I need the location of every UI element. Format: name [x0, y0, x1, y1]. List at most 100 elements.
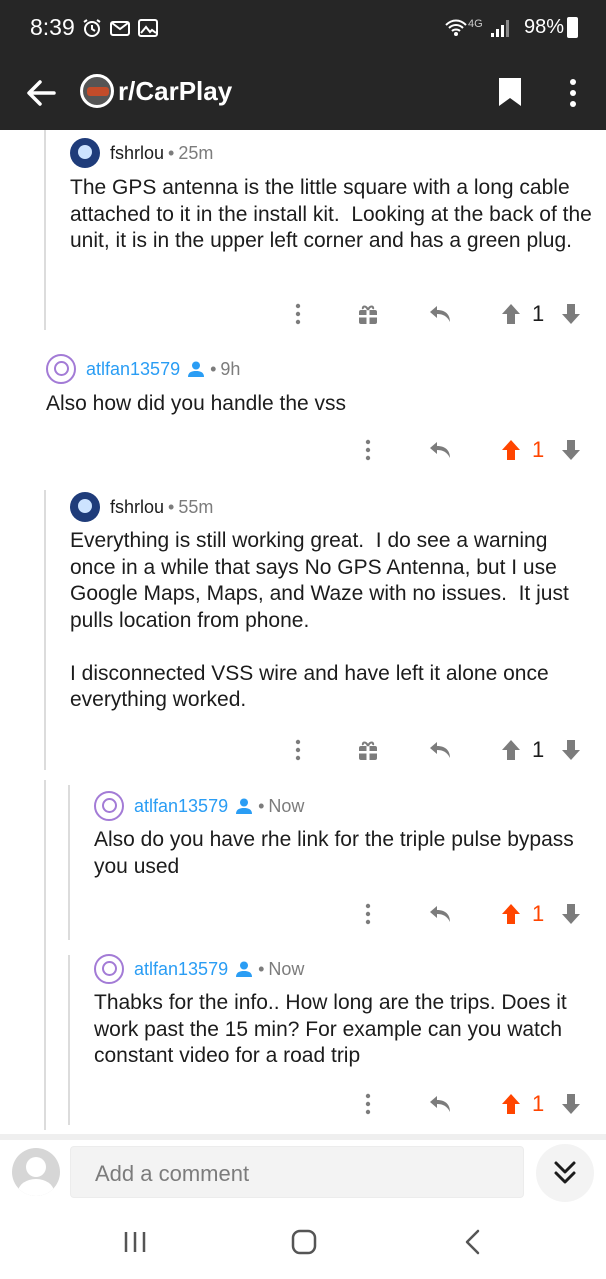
comment-actions: 1 [0, 298, 606, 330]
upvote-button[interactable] [498, 734, 524, 766]
vote-score: 1 [532, 301, 545, 326]
subreddit-avatar [80, 74, 114, 108]
avatar[interactable] [94, 791, 124, 821]
gift-icon [359, 741, 377, 760]
arrow-up-icon [502, 304, 520, 324]
comment-age: Now [268, 958, 305, 979]
comment-meta: atlfan13579 • 9h [46, 354, 240, 384]
more-options-button[interactable] [356, 1088, 380, 1120]
comment-body: Everything is still working great. I do … [70, 529, 569, 711]
username[interactable]: atlfan13579 [134, 796, 228, 817]
home-icon[interactable] [287, 1228, 321, 1256]
more-vertical-icon [295, 303, 301, 325]
gift-icon [359, 305, 377, 324]
comment-age: 9h [220, 358, 241, 379]
reply-button[interactable] [426, 734, 454, 766]
status-time: 8:39 [30, 14, 75, 40]
comment-meta: fshrlou • 25m [70, 138, 213, 168]
avatar[interactable] [70, 138, 100, 168]
reply-button[interactable] [426, 1088, 454, 1120]
comment-bar: Add a comment [0, 1140, 606, 1204]
op-user-icon [236, 961, 253, 977]
vote-score: 1 [532, 1091, 545, 1116]
back-arrow-icon[interactable] [24, 76, 58, 110]
more-options-button[interactable] [356, 434, 380, 466]
comment-meta: fshrlou • 55m [70, 492, 213, 522]
comment-age: 25m [178, 142, 214, 163]
reply-button[interactable] [426, 434, 454, 466]
comment-actions: 1 [0, 434, 606, 466]
reply-icon [430, 906, 450, 922]
reply-button[interactable] [426, 298, 454, 330]
gmail-icon [110, 21, 130, 36]
arrow-down-icon [562, 440, 580, 460]
comment-meta: atlfan13579 • Now [94, 791, 304, 821]
comment-actions: 1 [0, 1088, 606, 1120]
username[interactable]: fshrlou [110, 143, 164, 164]
avatar[interactable] [70, 492, 100, 522]
more-vertical-icon [365, 1093, 371, 1115]
comment-body: Thabks for the info.. How long are the t… [94, 991, 573, 1067]
arrow-down-icon [562, 1094, 580, 1114]
status-bar: 8:39 4G 98% [0, 0, 606, 56]
add-comment-input[interactable]: Add a comment [70, 1146, 524, 1198]
comment-age: 55m [178, 496, 214, 517]
reply-button[interactable] [426, 898, 454, 930]
vote-score: 1 [532, 737, 545, 762]
upvote-button[interactable] [498, 898, 524, 930]
arrow-down-icon [562, 740, 580, 760]
op-user-icon [236, 798, 253, 814]
arrow-up-icon [502, 740, 520, 760]
username[interactable]: fshrlou [110, 497, 164, 518]
recent-apps-icon[interactable] [118, 1228, 152, 1256]
downvote-button[interactable] [558, 898, 584, 930]
comment-body: Also how did you handle the vss [46, 392, 347, 415]
app-bar: r/CarPlay [0, 56, 606, 130]
award-button[interactable] [354, 298, 382, 330]
comment-meta: atlfan13579 • Now [94, 954, 304, 984]
bookmark-icon[interactable] [497, 76, 523, 108]
current-user-avatar[interactable] [12, 1148, 60, 1196]
downvote-button[interactable] [558, 1088, 584, 1120]
username[interactable]: atlfan13579 [134, 959, 228, 980]
more-vertical-icon [295, 739, 301, 761]
thread-line[interactable] [44, 780, 46, 1130]
more-options-button[interactable] [286, 298, 310, 330]
downvote-button[interactable] [558, 434, 584, 466]
more-vertical-icon [365, 439, 371, 461]
more-options-button[interactable] [286, 734, 310, 766]
wifi-icon [445, 19, 467, 36]
reply-icon [430, 1096, 450, 1112]
arrow-up-icon [502, 440, 520, 460]
arrow-down-icon [562, 904, 580, 924]
upvote-button[interactable] [498, 434, 524, 466]
back-nav-icon[interactable] [456, 1228, 490, 1256]
avatar[interactable] [46, 354, 76, 384]
downvote-button[interactable] [558, 734, 584, 766]
thread-line[interactable] [44, 490, 46, 770]
comment-actions: 1 [0, 898, 606, 930]
battery-level: 98% [523, 16, 564, 38]
image-icon [138, 19, 158, 37]
collapse-thread-button[interactable] [536, 1144, 594, 1202]
upvote-button[interactable] [498, 1088, 524, 1120]
more-vertical-icon[interactable] [562, 76, 584, 110]
more-options-button[interactable] [356, 898, 380, 930]
comment-body: Also do you have rhe link for the triple… [94, 828, 580, 878]
vote-score: 1 [532, 437, 545, 462]
battery-icon [567, 17, 578, 38]
upvote-button[interactable] [498, 298, 524, 330]
reply-icon [430, 442, 450, 458]
downvote-button[interactable] [558, 298, 584, 330]
username[interactable]: atlfan13579 [86, 359, 180, 380]
avatar[interactable] [94, 954, 124, 984]
comment-age: Now [268, 795, 305, 816]
network-type: 4G [468, 18, 483, 30]
arrow-down-icon [562, 304, 580, 324]
award-button[interactable] [354, 734, 382, 766]
reply-icon [430, 306, 450, 322]
double-chevron-down-icon [554, 1161, 576, 1184]
vote-score: 1 [532, 901, 545, 926]
subreddit-title[interactable]: r/CarPlay [118, 76, 232, 107]
comment-actions: 1 [0, 734, 606, 766]
